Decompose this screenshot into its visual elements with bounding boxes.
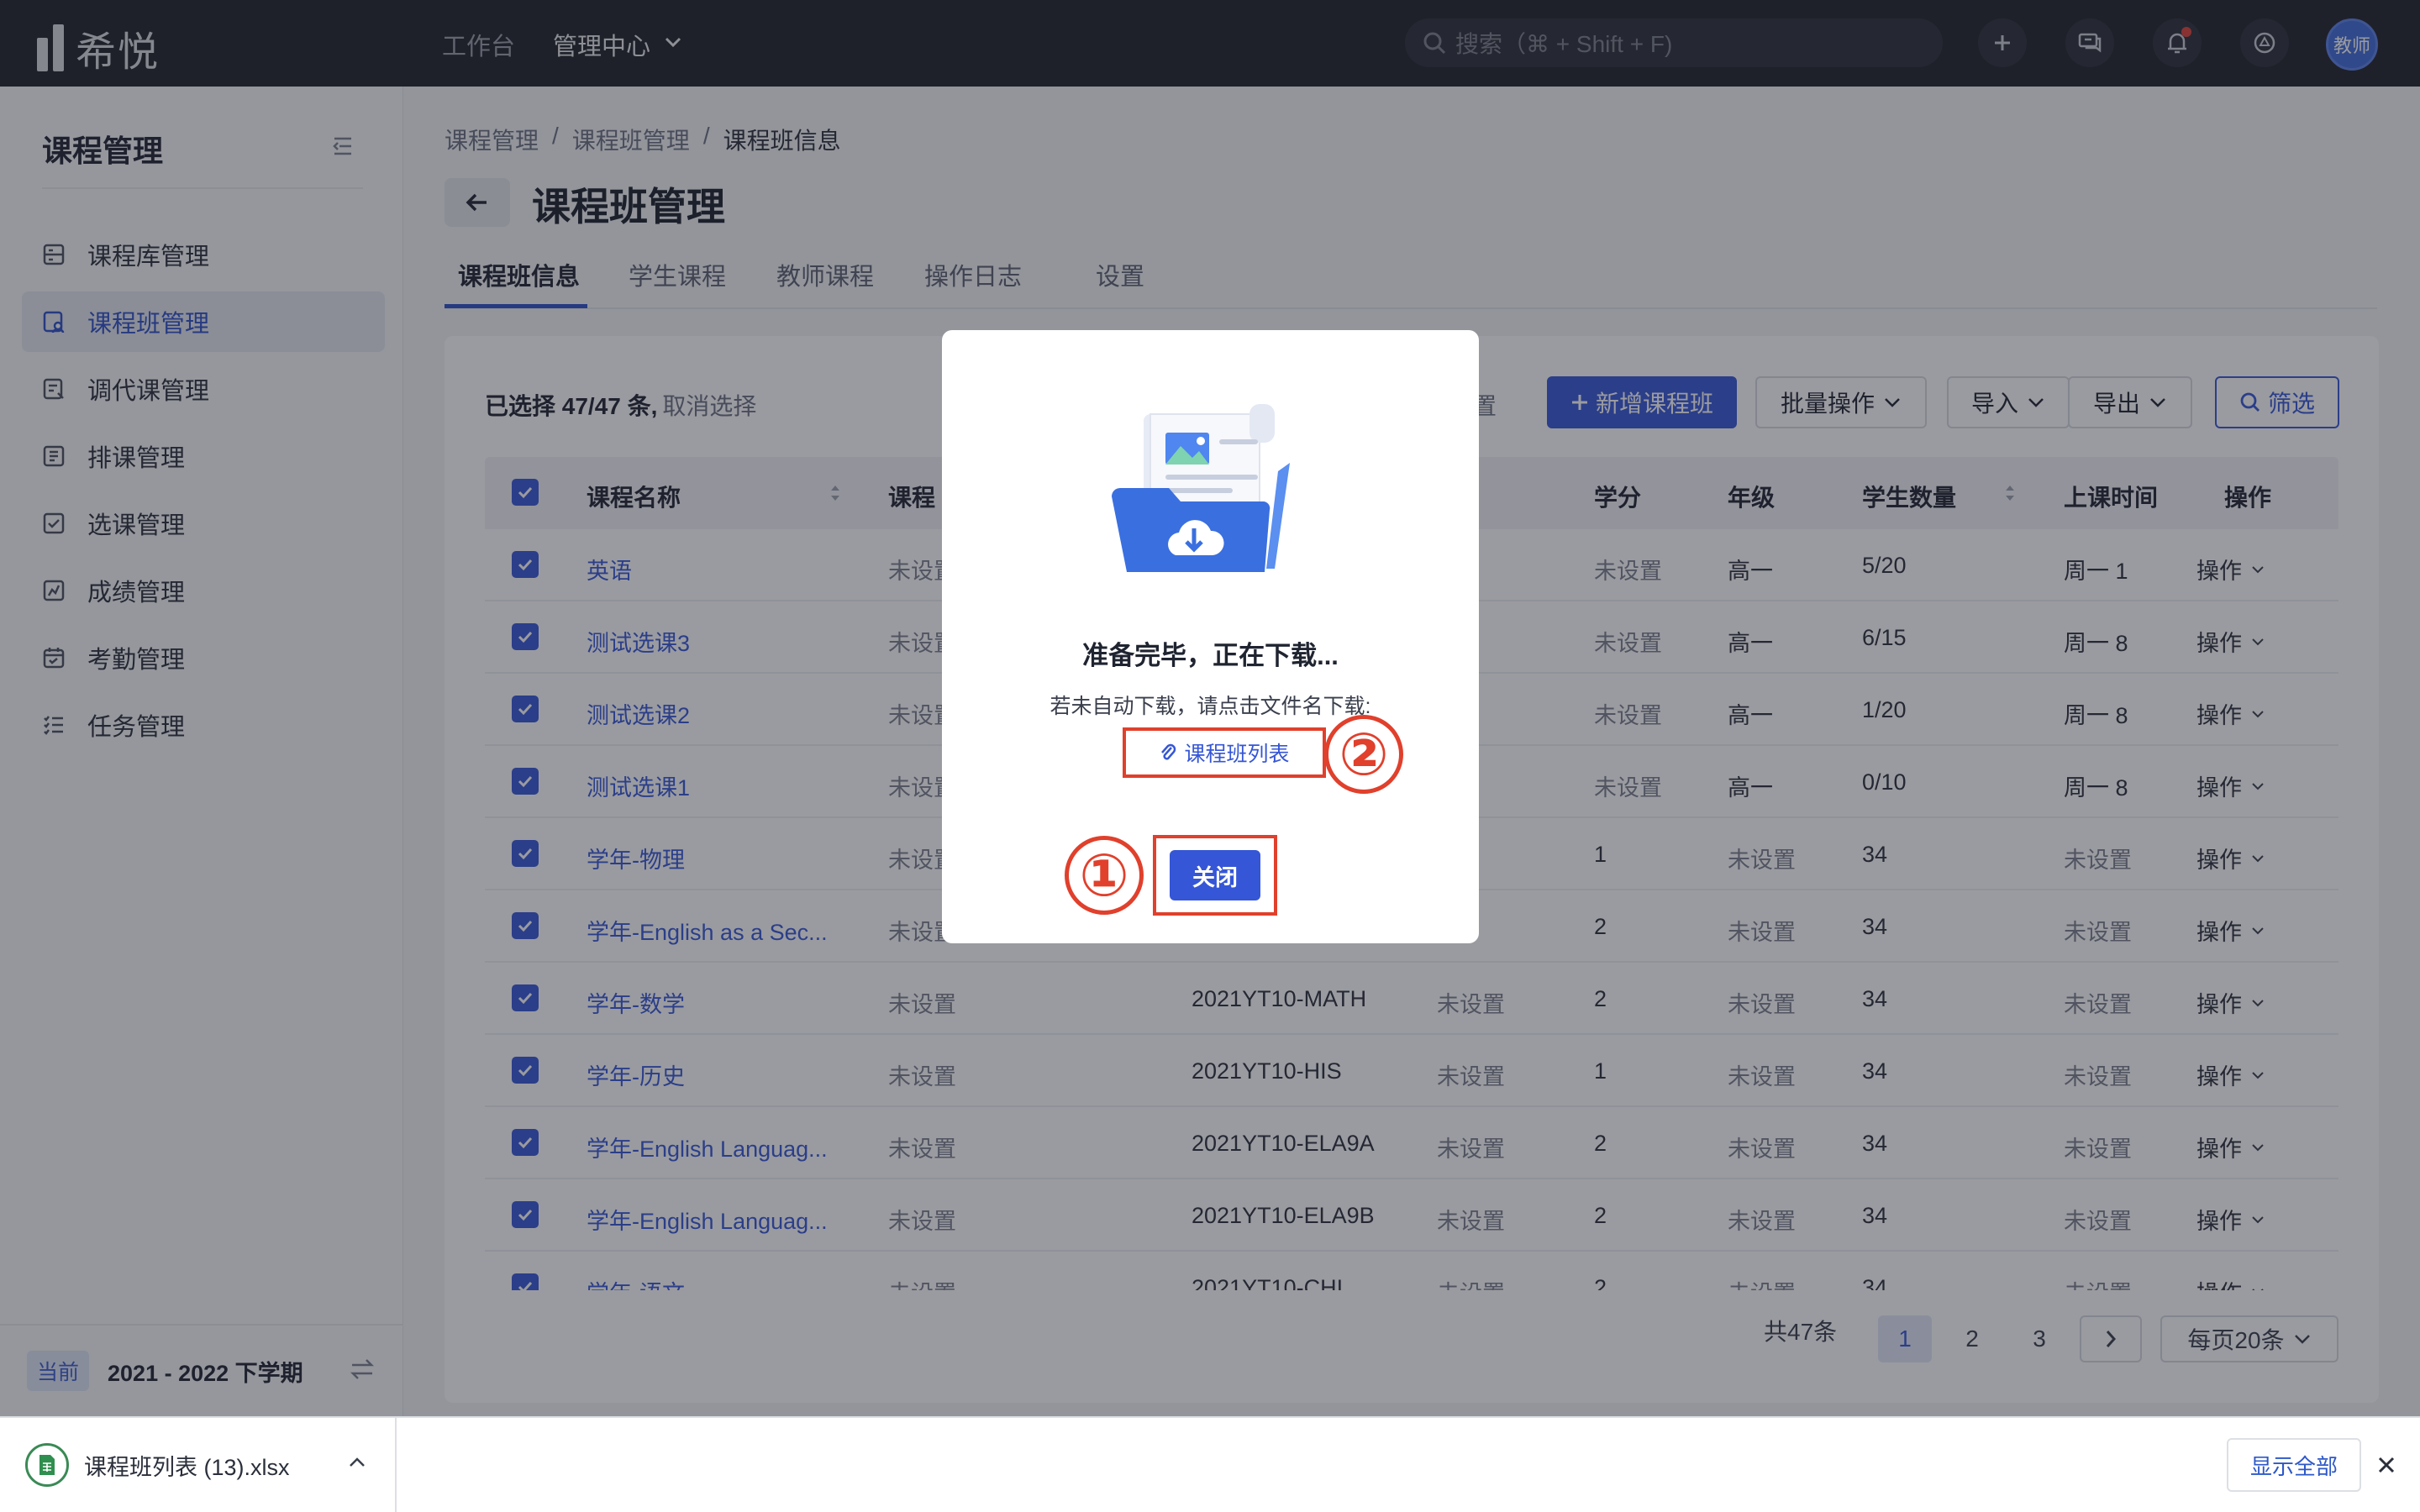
- annotation-marker-1: ①: [1065, 836, 1144, 915]
- download-bar: 课程班列表 (13).xlsx 显示全部: [0, 1416, 2420, 1512]
- download-item[interactable]: 课程班列表 (13).xlsx: [0, 1418, 397, 1512]
- download-file-name: 课程班列表: [1184, 743, 1290, 766]
- download-file-link[interactable]: 课程班列表: [1123, 727, 1326, 778]
- modal-title: 准备完毕，正在下载...: [1082, 641, 1339, 670]
- modal-description: 若未自动下载，请点击文件名下载:: [1050, 695, 1371, 718]
- show-all-button[interactable]: 显示全部: [2227, 1438, 2361, 1492]
- download-file-name: 课程班列表 (13).xlsx: [84, 1454, 290, 1480]
- paperclip-icon: [1161, 743, 1176, 760]
- chevron-up-icon[interactable]: [348, 1457, 366, 1468]
- annotation-highlight-box: 关闭: [1153, 835, 1277, 916]
- download-modal: 准备完毕，正在下载... 若未自动下载，请点击文件名下载: 课程班列表 ② ① …: [942, 330, 1479, 943]
- close-icon[interactable]: [2375, 1453, 2398, 1477]
- close-button[interactable]: 关闭: [1170, 850, 1260, 900]
- download-folder-illustration-icon: [1112, 404, 1290, 572]
- annotation-marker-2: ②: [1324, 715, 1403, 794]
- spreadsheet-file-icon: [25, 1443, 69, 1487]
